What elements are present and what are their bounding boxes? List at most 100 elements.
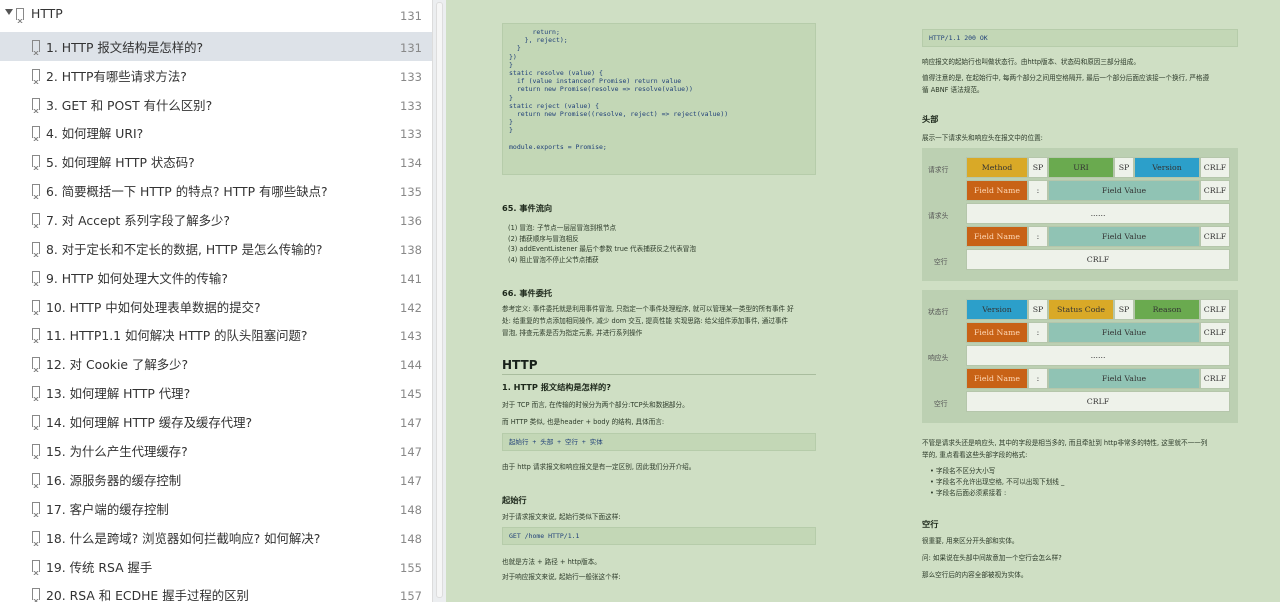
outline-item[interactable]: 12. 对 Cookie 了解多少? 144 [0, 349, 432, 378]
outline-sidebar: HTTP 131 1. HTTP 报文结构是怎样的? 131 2. HTTP有哪些请… [0, 0, 432, 602]
diagram-cell: CRLF [1200, 180, 1230, 201]
bookmark-icon [31, 242, 40, 257]
outline-item[interactable]: 10. HTTP 中如何处理表单数据的提交? 142 [0, 292, 432, 321]
outline-item[interactable]: 6. 简要概括一下 HTTP 的特点? HTTP 有哪些缺点? 135 [0, 176, 432, 205]
diagram-cell: Status Code [1048, 299, 1114, 320]
outline-item[interactable]: 8. 对于定长和不定长的数据, HTTP 是怎么传输的? 138 [0, 234, 432, 263]
outline-item-label: 9. HTTP 如何处理大文件的传输? [46, 271, 228, 286]
scrollbar-thumb[interactable] [436, 2, 443, 598]
diagram-cell: Version [1134, 157, 1200, 178]
response-structure-diagram: 状态行 响应头 空行 Version SP Status Code SP Reason CRLF… [922, 290, 1238, 423]
bookmark-icon [31, 126, 40, 141]
page-number: 134 [400, 156, 422, 170]
outline-item[interactable]: 17. 客户端的缓存控制 148 [0, 494, 432, 523]
outline-item-label: 5. 如何理解 HTTP 状态码? [46, 155, 195, 170]
bookmark-icon [31, 328, 40, 343]
outline-root-http[interactable]: HTTP 131 [0, 0, 432, 29]
list-item-text: 字段名不允许出现空格, 不可以出现下划线 _ [936, 478, 1065, 486]
right-text: 不管是请求头还是响应头, 其中的字段是相当多的, 而且牵扯到 http非常多的特… [922, 439, 1208, 447]
diagram-cell: : [1028, 226, 1048, 247]
outline-item[interactable]: 14. 如何理解 HTTP 缓存及缓存代理? 147 [0, 407, 432, 436]
outline-item[interactable]: 4. 如何理解 URI? 133 [0, 118, 432, 147]
diagram-cell: : [1028, 322, 1048, 343]
diagram-cell: Field Value [1048, 322, 1200, 343]
document-view: return; }, reject); } }) } static resolv… [446, 0, 1280, 602]
bookmark-icon [31, 444, 40, 459]
list-item: • 字段名不区分大小写 [930, 467, 996, 475]
diagram-cell: CRLF [966, 391, 1230, 412]
outline-item-label: 4. 如何理解 URI? [46, 126, 144, 141]
right-text: 循 ABNF 语法规范。 [922, 86, 984, 94]
outline-item-label: 7. 对 Accept 系列字段了解多少? [46, 213, 230, 228]
q1-title: 1. HTTP 报文结构是怎样的? [502, 382, 611, 392]
outline-item-label: 2. HTTP有哪些请求方法? [46, 69, 187, 84]
outline-item-label: 11. HTTP1.1 如何解决 HTTP 的队头阻塞问题? [46, 328, 308, 343]
outline-item-label: 16. 源服务器的缓存控制 [46, 473, 182, 488]
list-item: • 字段名不允许出现空格, 不可以出现下划线 _ [930, 478, 1065, 486]
section-65-title: 65. 事件流向 [502, 203, 553, 213]
outline-item[interactable]: 2. HTTP有哪些请求方法? 133 [0, 61, 432, 90]
diagram-cell: SP [1028, 157, 1048, 178]
outline-item[interactable]: 13. 如何理解 HTTP 代理? 145 [0, 378, 432, 407]
outline-item[interactable]: 11. HTTP1.1 如何解决 HTTP 的队头阻塞问题? 143 [0, 320, 432, 349]
outline-item[interactable]: 18. 什么是跨域? 浏览器如何拦截响应? 如何解决? 148 [0, 523, 432, 552]
outline-item[interactable]: 9. HTTP 如何处理大文件的传输? 141 [0, 263, 432, 292]
empty-line-text: 那么空行后的内容全部被视为实体。 [922, 571, 1028, 579]
sidebar-scrollbar[interactable] [432, 0, 446, 602]
outline-item-label: 12. 对 Cookie 了解多少? [46, 357, 189, 372]
collapse-caret-icon[interactable] [5, 9, 13, 15]
outline-item[interactable]: 20. RSA 和 ECDHE 握手过程的区别 157 [0, 580, 432, 602]
right-text: 举的, 重点看看这些头部字段的格式: [922, 451, 1028, 459]
bookmark-icon [15, 8, 24, 23]
bookmark-icon [31, 271, 40, 286]
list-item-text: 字段名后面必须紧接着 : [936, 489, 1007, 497]
heading-divider [502, 374, 816, 375]
outline-item[interactable]: 7. 对 Accept 系列字段了解多少? 136 [0, 205, 432, 234]
diagram-cell: : [1028, 180, 1048, 201]
page-number: 136 [400, 214, 422, 228]
bookmark-icon [31, 184, 40, 199]
bookmark-icon [31, 588, 40, 602]
outline-item[interactable]: 1. HTTP 报文结构是怎样的? 131 [0, 32, 432, 61]
page-number: 143 [400, 329, 422, 343]
code-block-structure: 起始行 + 头部 + 空行 + 实体 [502, 433, 816, 451]
diagram-cell: URI [1048, 157, 1114, 178]
row-label: 空行 [934, 400, 948, 408]
diagram-cell: Field Name [966, 368, 1028, 389]
outline-item-label: 6. 简要概括一下 HTTP 的特点? HTTP 有哪些缺点? [46, 184, 328, 199]
q1-text: 对于 TCP 而言, 在传输的时候分为两个部分:TCP头和数据部分。 [502, 401, 689, 409]
bookmark-icon [31, 155, 40, 170]
outline-item[interactable]: 5. 如何理解 HTTP 状态码? 134 [0, 147, 432, 176]
bookmark-icon [31, 473, 40, 488]
page-number: 145 [400, 387, 422, 401]
outline-item-label: 14. 如何理解 HTTP 缓存及缓存代理? [46, 415, 253, 430]
outline-item[interactable]: 19. 传统 RSA 握手 155 [0, 552, 432, 581]
outline-item[interactable]: 16. 源服务器的缓存控制 147 [0, 465, 432, 494]
row-label: 空行 [934, 258, 948, 266]
section-66-text: 参考定义: 事件委托就是利用事件冒泡, 只指定一个事件处理程序, 就可以管理某一… [502, 305, 794, 313]
start-line-text: 对于响应报文来说, 起始行一般张这个样: [502, 573, 621, 581]
page-number: 133 [400, 99, 422, 113]
heading-http: HTTP [502, 358, 538, 372]
bookmark-icon [31, 300, 40, 315]
outline-item[interactable]: 3. GET 和 POST 有什么区别? 133 [0, 90, 432, 119]
diagram-cell: Field Name [966, 322, 1028, 343]
bookmark-icon [31, 560, 40, 575]
diagram-cell: Version [966, 299, 1028, 320]
outline-item-label: 1. HTTP 报文结构是怎样的? [46, 40, 204, 55]
row-label: 状态行 [928, 308, 949, 316]
list-item: (2) 捕获顺序与冒泡相反 [508, 234, 579, 243]
outline-item-label: 13. 如何理解 HTTP 代理? [46, 386, 191, 401]
start-line-title: 起始行 [502, 495, 527, 505]
page-number: 144 [400, 358, 422, 372]
diagram-cell: CRLF [1200, 226, 1230, 247]
row-label: 请求行 [928, 166, 949, 174]
outline-item-label: 17. 客户端的缓存控制 [46, 502, 169, 517]
outline-item[interactable]: 15. 为什么产生代理缓存? 147 [0, 436, 432, 465]
empty-line-title: 空行 [922, 519, 939, 529]
start-line-text: 对于请求报文来说, 起始行类似下面这样: [502, 513, 621, 521]
diagram-cell: CRLF [1200, 299, 1230, 320]
diagram-cell: : [1028, 368, 1048, 389]
diagram-cell: SP [1114, 299, 1134, 320]
section-66-title: 66. 事件委托 [502, 288, 553, 298]
